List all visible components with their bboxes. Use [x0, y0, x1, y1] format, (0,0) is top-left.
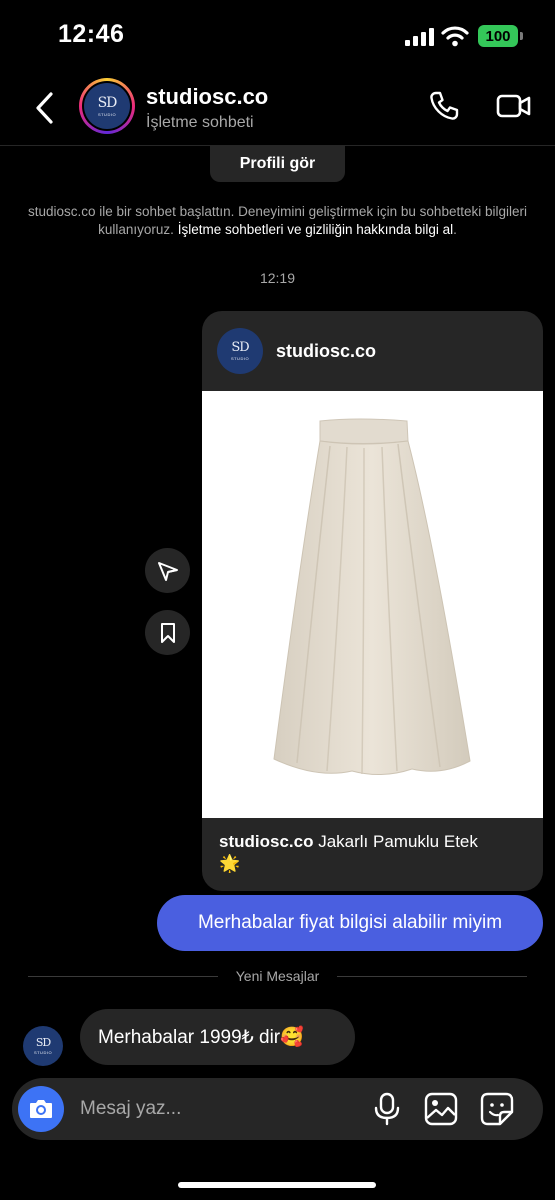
bookmark-icon: [160, 622, 175, 643]
message-input[interactable]: [80, 1078, 350, 1140]
message-composer: [12, 1078, 543, 1140]
privacy-info-link[interactable]: İşletme sohbetleri ve gizliliğin hakkınd…: [178, 222, 453, 237]
gallery-button[interactable]: [424, 1092, 458, 1126]
sticker-button[interactable]: [480, 1092, 514, 1126]
message-timestamp: 12:19: [259, 270, 296, 286]
send-icon: [157, 561, 178, 581]
shared-post-card[interactable]: SD STUDIO studiosc.co studiosc.co Jakarl…: [202, 311, 543, 891]
camera-button[interactable]: [18, 1086, 64, 1132]
post-username[interactable]: studiosc.co: [276, 341, 376, 362]
battery-indicator: 100: [478, 25, 523, 47]
phone-call-button[interactable]: [428, 90, 460, 122]
divider-right: [337, 976, 527, 977]
cellular-signal-icon: [405, 28, 434, 46]
back-button[interactable]: [32, 90, 58, 126]
star-emoji: 🌟: [219, 854, 241, 873]
studio-logo: SD STUDIO: [84, 83, 130, 129]
received-message-bubble[interactable]: Merhabalar 1999₺ dir🥰: [80, 1009, 355, 1065]
caption-username[interactable]: studiosc.co: [219, 832, 313, 851]
camera-icon: [30, 1100, 52, 1118]
status-time: 12:46: [58, 20, 125, 48]
microphone-button[interactable]: [372, 1092, 402, 1126]
status-bar: 12:46 100: [0, 0, 555, 70]
view-profile-button[interactable]: Profili gör: [210, 146, 345, 182]
sent-message-bubble[interactable]: Merhabalar fiyat bilgisi alabilir miyim: [157, 895, 543, 951]
chat-subtitle: İşletme sohbeti: [146, 114, 254, 131]
chat-header: SD STUDIO studiosc.co İşletme sohbeti: [0, 70, 555, 146]
save-button[interactable]: [145, 610, 190, 655]
profile-avatar[interactable]: SD STUDIO: [79, 78, 135, 134]
share-button[interactable]: [145, 548, 190, 593]
post-author-avatar: SD STUDIO: [217, 328, 263, 374]
wifi-icon: [441, 26, 469, 47]
post-caption: studiosc.co Jakarlı Pamuklu Etek 🌟: [219, 832, 478, 873]
skirt-product-image: [273, 418, 471, 775]
chat-info-text: studiosc.co ile bir sohbet başlattın. De…: [28, 204, 527, 237]
chat-title[interactable]: studiosc.co: [146, 84, 268, 110]
video-call-button[interactable]: [496, 92, 532, 120]
sender-avatar[interactable]: SD STUDIO: [23, 1026, 63, 1066]
post-image[interactable]: [202, 391, 543, 818]
home-indicator: [178, 1182, 376, 1188]
